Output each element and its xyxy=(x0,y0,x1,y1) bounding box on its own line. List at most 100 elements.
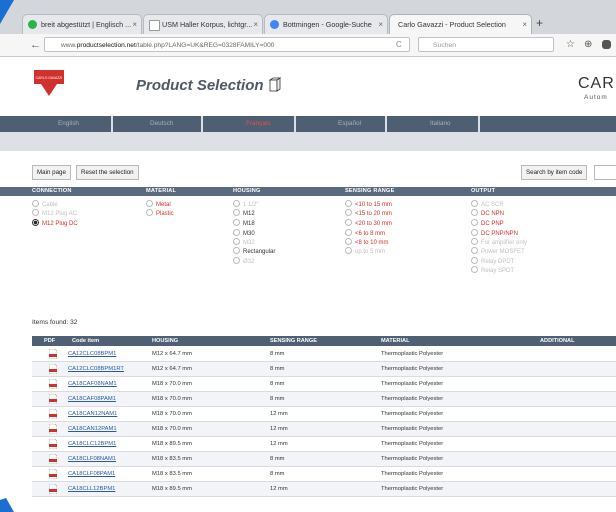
housing-cell: M18 x 70.0 mm xyxy=(152,381,192,387)
pdf-icon[interactable] xyxy=(49,349,57,359)
browser-tab-3[interactable]: Bottmingen - Google-Suche × xyxy=(264,14,388,34)
housing-cell: M12 x 64.7 mm xyxy=(152,351,192,357)
table-row: CA18CLF08PAM1 M18 x 83.5 mm 8 mm Thermoplas… xyxy=(32,467,616,482)
option-ac-scr[interactable]: AC SCR xyxy=(471,200,504,208)
close-tab-icon[interactable]: × xyxy=(132,15,137,34)
option-dc-pnp-npn[interactable]: DC PNP/NPN xyxy=(471,229,518,237)
option-range-6-8[interactable]: <6 to 8 mm xyxy=(345,229,385,237)
address-bar[interactable]: www.productselection.net/table.php?LANG=… xyxy=(44,37,410,52)
material-cell: Thermoplastic Polyester xyxy=(381,396,444,402)
table-row: CA18CAN12PAM1 M18 x 70.0 mm 12 mm Thermopla… xyxy=(32,422,616,437)
url-prefix: www. xyxy=(61,42,77,49)
material-cell: Thermoplastic Polyester xyxy=(381,486,444,492)
search-by-code-button[interactable]: Search by item code xyxy=(521,165,588,180)
option-dc-npn[interactable]: DC NPN xyxy=(471,209,504,217)
radio-icon xyxy=(471,238,478,245)
browser-search-input[interactable]: Suchen xyxy=(418,37,554,52)
item-code-link[interactable]: CA12CLC08BPM1 xyxy=(68,351,116,357)
browser-tab-2[interactable]: USM Haller Korpus, lichtgr... × xyxy=(143,14,263,34)
item-code-link[interactable]: CA18CAN12PAM1 xyxy=(68,426,117,432)
option-plastic[interactable]: Plastic xyxy=(146,209,174,217)
lang-italiano[interactable]: Italiano xyxy=(430,120,451,127)
option-m30[interactable]: M30 xyxy=(233,229,255,237)
website: CARLO GAVAZZI Product Selection CARL Aut… xyxy=(0,57,616,512)
carlo-gavazzi-logo: CARLO GAVAZZI xyxy=(34,70,64,96)
housing-cell: M18 x 70.0 mm xyxy=(152,396,192,402)
option-range-8-10[interactable]: <8 to 10 mm xyxy=(345,238,389,246)
lang-deutsch[interactable]: Deutsch xyxy=(150,120,173,127)
option-m12-plug-dc[interactable]: M12 Plug DC xyxy=(32,219,78,227)
radio-icon xyxy=(471,209,478,216)
option-range-20-30[interactable]: <20 to 30 mm xyxy=(345,219,392,227)
pdf-icon[interactable] xyxy=(49,469,57,479)
reset-selection-button[interactable]: Reset the selection xyxy=(76,165,139,180)
pdf-icon[interactable] xyxy=(49,424,57,434)
option-amplifier-only[interactable]: For amplifier only xyxy=(471,238,527,246)
lang-espanol[interactable]: Español xyxy=(338,120,361,127)
option-relay-spdt[interactable]: Relay SPDT xyxy=(471,266,514,274)
search-placeholder: Suchen xyxy=(433,42,457,49)
item-code-input[interactable] xyxy=(594,165,616,180)
pdf-icon[interactable] xyxy=(49,379,57,389)
option-relay-dpdt[interactable]: Relay DPDT xyxy=(471,257,514,265)
option-m12-plug-ac[interactable]: M12 Plug AC xyxy=(32,209,77,217)
option-cable[interactable]: Cable xyxy=(32,200,58,208)
option-m12[interactable]: M12 xyxy=(233,209,255,217)
google-icon xyxy=(270,20,279,29)
item-code-link[interactable]: CA18CAF08NAM1 xyxy=(68,381,117,387)
option-d32[interactable]: Ø32 xyxy=(233,257,254,265)
identity-icon[interactable]: ⊕ xyxy=(584,39,592,50)
option-range-10-15[interactable]: <10 to 15 mm xyxy=(345,200,392,208)
option-range-up-to-5[interactable]: up to 5 mm xyxy=(345,247,385,255)
option-range-15-20[interactable]: <15 to 20 mm xyxy=(345,209,392,217)
sensing-range-cell: 12 mm xyxy=(270,411,288,417)
browser-tab-1[interactable]: breit abgestützt | Englisch ... × xyxy=(22,14,142,34)
close-tab-icon[interactable]: × xyxy=(253,15,258,34)
pdf-icon[interactable] xyxy=(49,454,57,464)
pocket-icon[interactable] xyxy=(602,40,611,49)
item-code-link[interactable]: CA18CAN12NAM1 xyxy=(68,411,117,417)
item-code-link[interactable]: CA18CAF08PAM1 xyxy=(68,396,116,402)
option-dc-pnp[interactable]: DC PNP xyxy=(471,219,504,227)
pdf-icon[interactable] xyxy=(49,364,57,374)
item-code-link[interactable]: CA18CLC12BPM1 xyxy=(68,441,116,447)
material-cell: Thermoplastic Polyester xyxy=(381,366,444,372)
grey-band xyxy=(0,132,616,151)
new-tab-button[interactable]: + xyxy=(536,16,543,30)
close-tab-icon[interactable]: × xyxy=(522,15,527,35)
browser-tab-bar: breit abgestützt | Englisch ... × USM Ha… xyxy=(0,0,616,35)
navigation-bar: ← www.productselection.net/table.php?LAN… xyxy=(0,34,616,57)
item-code-link[interactable]: CA18CLL12BPM1 xyxy=(68,486,115,492)
bookmark-star-icon[interactable]: ☆ xyxy=(566,39,575,50)
item-code-link[interactable]: CA18CLF08NAM1 xyxy=(68,456,116,462)
logo-text: CARLO GAVAZZI xyxy=(36,76,63,80)
radio-icon xyxy=(471,200,478,207)
lang-english[interactable]: English xyxy=(58,120,79,127)
option-metal[interactable]: Metal xyxy=(146,200,171,208)
radio-icon xyxy=(233,219,240,226)
pdf-icon[interactable] xyxy=(49,409,57,419)
col-code-item: Code item xyxy=(72,338,100,344)
col-material: MATERIAL xyxy=(381,338,410,344)
item-code-link[interactable]: CA18CLF08PAM1 xyxy=(68,471,115,477)
page-title: Product Selection xyxy=(136,77,282,94)
main-page-button[interactable]: Main page xyxy=(32,165,71,180)
pdf-icon[interactable] xyxy=(49,394,57,404)
option-m32[interactable]: M32 xyxy=(233,238,255,246)
sensing-range-cell: 8 mm xyxy=(270,381,285,387)
pdf-icon[interactable] xyxy=(49,439,57,449)
browser-tab-active[interactable]: Carlo Gavazzi - Product Selection × xyxy=(389,14,532,35)
radio-icon xyxy=(233,257,240,264)
option-1-1-2[interactable]: 1 1/2" xyxy=(233,200,258,208)
option-m18[interactable]: M18 xyxy=(233,219,255,227)
pdf-icon[interactable] xyxy=(49,484,57,494)
item-code-link[interactable]: CA12CLC08BPM1RT xyxy=(68,366,124,372)
page-title-text: Product Selection xyxy=(136,77,264,94)
lang-francais[interactable]: Français xyxy=(246,120,271,127)
option-power-mosfet[interactable]: Power MOSFET xyxy=(471,247,525,255)
radio-icon xyxy=(471,229,478,236)
reload-icon[interactable]: C xyxy=(396,40,402,49)
back-icon[interactable]: ← xyxy=(30,39,41,51)
close-tab-icon[interactable]: × xyxy=(378,15,383,34)
option-rectangular[interactable]: Rectangular xyxy=(233,247,275,255)
